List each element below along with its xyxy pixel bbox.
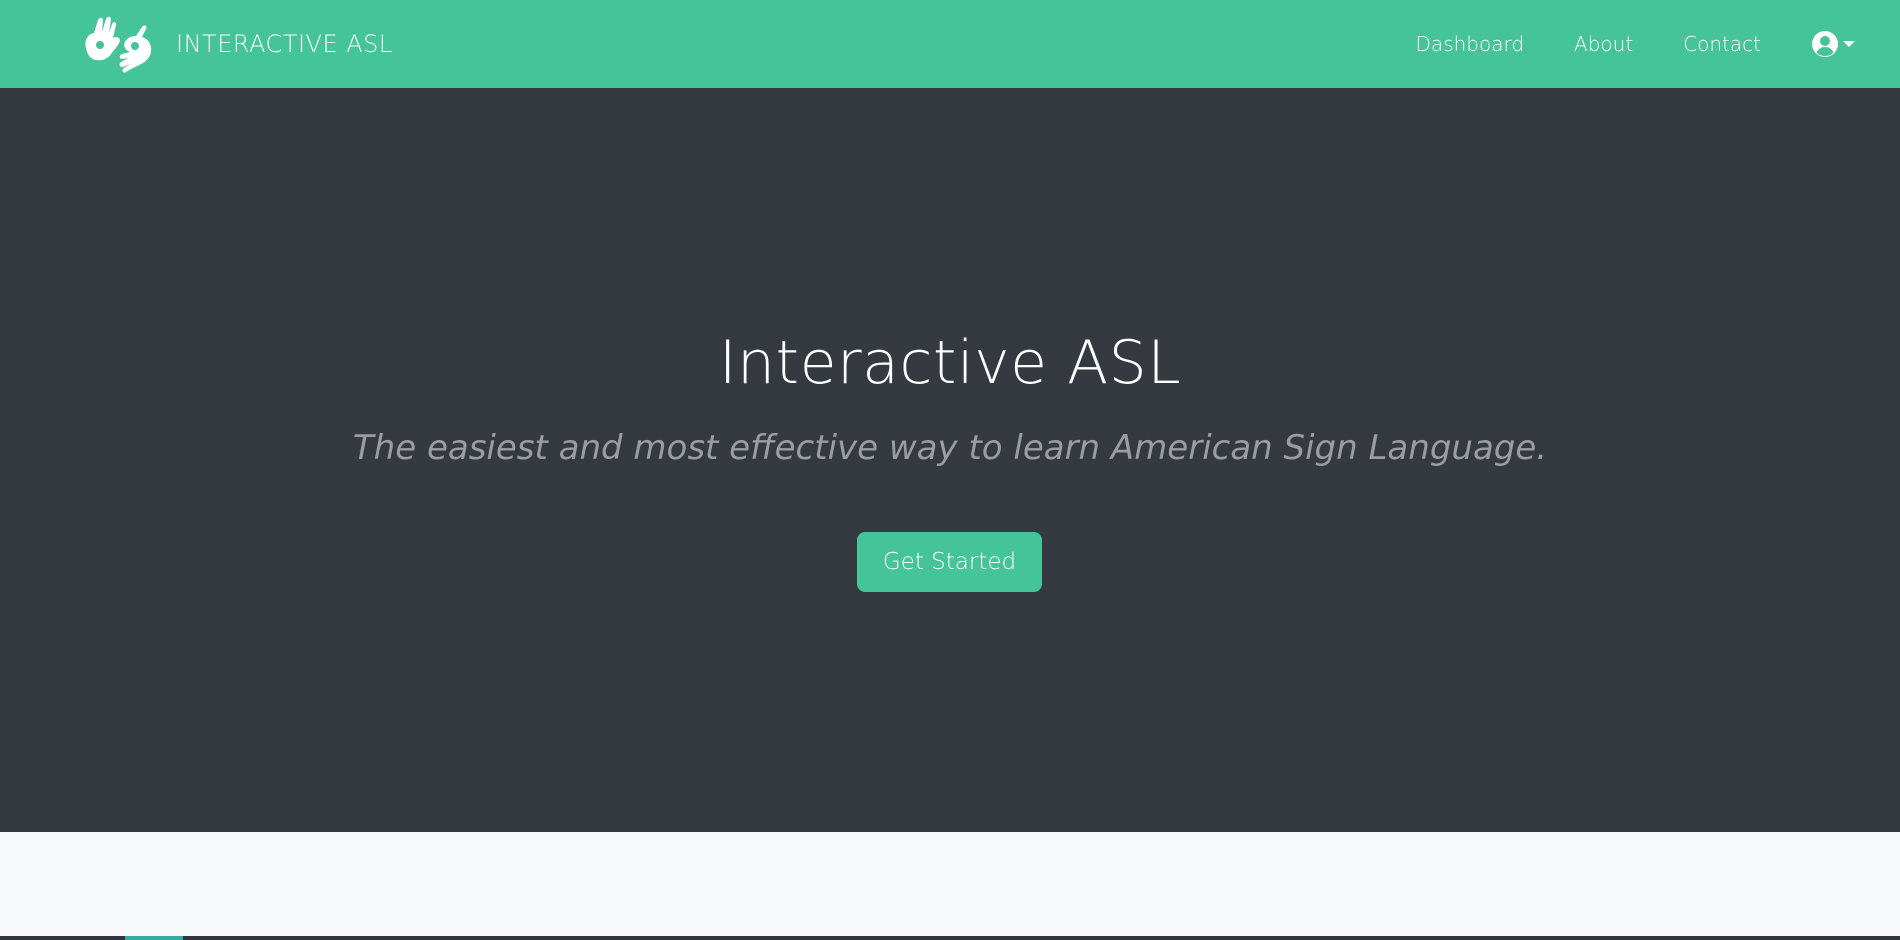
user-circle-icon [1812,31,1838,57]
nav-link-contact[interactable]: Contact [1683,32,1761,56]
user-menu-dropdown[interactable] [1811,30,1855,58]
nav-link-about[interactable]: About [1574,32,1633,56]
brand-link[interactable]: INTERACTIVE ASL [78,14,393,74]
caret-down-icon [1843,41,1855,47]
nav-link-dashboard[interactable]: Dashboard [1416,32,1525,56]
hero-title: Interactive ASL [718,328,1182,398]
top-navbar: INTERACTIVE ASL Dashboard About Contact [0,0,1900,88]
footer-strip [0,936,1900,940]
asl-hands-icon [85,16,152,73]
footer-accent [125,936,183,940]
hero-section: Interactive ASL The easiest and most eff… [0,88,1900,832]
brand-name: INTERACTIVE ASL [176,30,393,58]
get-started-button[interactable]: Get Started [857,532,1042,592]
hero-subtitle: The easiest and most effective way to le… [352,428,1548,468]
content-section [0,832,1900,936]
main-nav: Dashboard About Contact [1416,0,1900,88]
